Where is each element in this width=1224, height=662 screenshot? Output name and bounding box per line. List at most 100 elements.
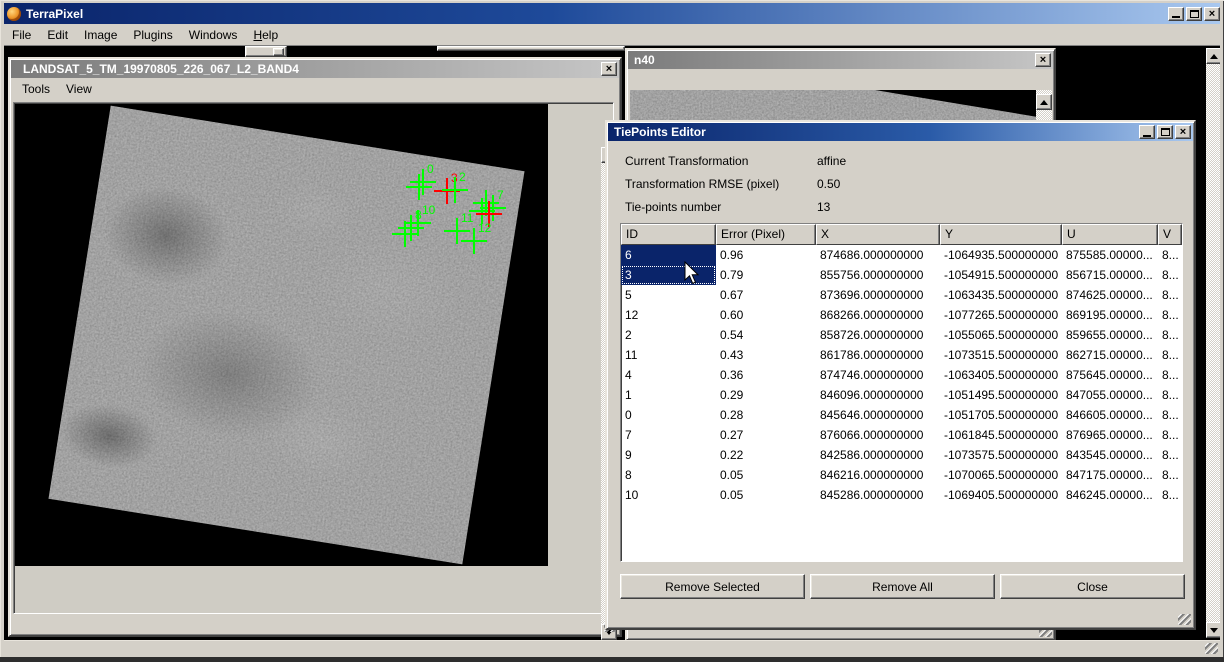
column-header-v[interactable]: V bbox=[1158, 224, 1182, 245]
table-cell[interactable]: -1063435.500000000 bbox=[940, 285, 1062, 305]
maximize-button[interactable] bbox=[1157, 125, 1173, 139]
table-cell[interactable]: 876066.000000000 bbox=[816, 425, 940, 445]
n40-close-button[interactable]: × bbox=[1035, 53, 1051, 67]
table-cell[interactable]: 4 bbox=[621, 365, 716, 385]
table-cell[interactable]: 874625.00000... bbox=[1062, 285, 1158, 305]
table-cell[interactable]: 876965.00000... bbox=[1062, 425, 1158, 445]
close-dialog-button[interactable]: Close bbox=[1000, 574, 1185, 599]
menu-item-image[interactable]: Image bbox=[76, 26, 125, 44]
table-cell[interactable]: 0.43 bbox=[716, 345, 816, 365]
minimize-button[interactable] bbox=[1168, 7, 1184, 21]
menu-item-file[interactable]: File bbox=[4, 26, 39, 44]
table-cell[interactable]: 842586.000000000 bbox=[816, 445, 940, 465]
table-cell[interactable]: 874686.000000000 bbox=[816, 245, 940, 265]
table-cell[interactable]: 11 bbox=[621, 345, 716, 365]
table-cell[interactable]: 845646.000000000 bbox=[816, 405, 940, 425]
table-row[interactable]: 50.67873696.000000000-1063435.5000000008… bbox=[621, 285, 1182, 305]
table-row[interactable]: 20.54858726.000000000-1055065.5000000008… bbox=[621, 325, 1182, 345]
main-titlebar[interactable]: TerraPixel × bbox=[4, 3, 1220, 24]
table-row[interactable]: 100.05845286.000000000-1069405.500000000… bbox=[621, 485, 1182, 505]
table-cell[interactable]: 873696.000000000 bbox=[816, 285, 940, 305]
table-cell[interactable]: 8... bbox=[1158, 465, 1182, 485]
table-cell[interactable]: 0.67 bbox=[716, 285, 816, 305]
scroll-up-button[interactable] bbox=[1036, 94, 1052, 110]
table-cell[interactable]: -1055065.500000000 bbox=[940, 325, 1062, 345]
landsat-close-button[interactable]: × bbox=[601, 62, 617, 76]
scroll-up-button[interactable] bbox=[1206, 48, 1220, 64]
main-resize-grip[interactable] bbox=[1205, 643, 1218, 654]
table-cell[interactable]: 8... bbox=[1158, 265, 1182, 285]
table-cell[interactable]: 8... bbox=[1158, 365, 1182, 385]
table-row[interactable]: 80.05846216.000000000-1070065.5000000008… bbox=[621, 465, 1182, 485]
table-cell[interactable]: 0.60 bbox=[716, 305, 816, 325]
table-cell[interactable]: 862715.00000... bbox=[1062, 345, 1158, 365]
table-row[interactable]: 00.28845646.000000000-1051705.5000000008… bbox=[621, 405, 1182, 425]
table-row[interactable]: 110.43861786.000000000-1073515.500000000… bbox=[621, 345, 1182, 365]
workspace-vertical-scrollbar[interactable] bbox=[1206, 48, 1220, 638]
menu-item-help[interactable]: Help bbox=[245, 26, 286, 44]
tiepoint-marker-1[interactable] bbox=[406, 174, 432, 200]
table-cell[interactable]: 0.29 bbox=[716, 385, 816, 405]
menu-item-edit[interactable]: Edit bbox=[39, 26, 76, 44]
table-cell[interactable]: 0.05 bbox=[716, 485, 816, 505]
table-cell[interactable]: -1070065.500000000 bbox=[940, 465, 1062, 485]
table-cell[interactable]: 5 bbox=[621, 285, 716, 305]
table-cell[interactable]: -1073515.500000000 bbox=[940, 345, 1062, 365]
landsat-titlebar[interactable]: LANDSAT_5_TM_19970805_226_067_L2_BAND4 × bbox=[11, 60, 619, 78]
table-cell[interactable]: 10 bbox=[621, 485, 716, 505]
table-cell[interactable]: -1073575.500000000 bbox=[940, 445, 1062, 465]
table-cell[interactable]: 0.54 bbox=[716, 325, 816, 345]
table-cell[interactable]: 868266.000000000 bbox=[816, 305, 940, 325]
table-cell[interactable]: 9 bbox=[621, 445, 716, 465]
scroll-down-button[interactable] bbox=[1206, 622, 1220, 638]
table-cell[interactable]: 0 bbox=[621, 405, 716, 425]
n40-titlebar[interactable]: n40 × bbox=[628, 51, 1053, 69]
table-cell[interactable]: 846605.00000... bbox=[1062, 405, 1158, 425]
tiepoint-marker-9[interactable] bbox=[392, 221, 418, 247]
menu-item-windows[interactable]: Windows bbox=[181, 26, 246, 44]
table-cell[interactable]: 0.96 bbox=[716, 245, 816, 265]
table-cell[interactable]: -1054915.500000000 bbox=[940, 265, 1062, 285]
remove-selected-button[interactable]: Remove Selected bbox=[620, 574, 805, 599]
table-cell[interactable]: 846245.00000... bbox=[1062, 485, 1158, 505]
table-cell[interactable]: 875645.00000... bbox=[1062, 365, 1158, 385]
table-cell[interactable]: 8... bbox=[1158, 445, 1182, 465]
table-row[interactable]: 10.29846096.000000000-1051495.5000000008… bbox=[621, 385, 1182, 405]
table-cell[interactable]: 0.79 bbox=[716, 265, 816, 285]
table-cell[interactable]: 869195.00000... bbox=[1062, 305, 1158, 325]
table-cell[interactable]: 858726.000000000 bbox=[816, 325, 940, 345]
table-cell[interactable]: 861786.000000000 bbox=[816, 345, 940, 365]
table-cell[interactable]: 846216.000000000 bbox=[816, 465, 940, 485]
table-row[interactable]: 90.22842586.000000000-1073575.5000000008… bbox=[621, 445, 1182, 465]
table-cell[interactable]: 847055.00000... bbox=[1062, 385, 1158, 405]
table-cell[interactable]: 0.36 bbox=[716, 365, 816, 385]
table-cell[interactable]: 859655.00000... bbox=[1062, 325, 1158, 345]
column-header-x[interactable]: X bbox=[816, 224, 940, 245]
table-row[interactable]: 30.79855756.000000000-1054915.5000000008… bbox=[621, 265, 1182, 285]
tiepoints-table[interactable]: IDError (Pixel)XYUV 60.96874686.00000000… bbox=[620, 223, 1183, 562]
tiepoints-titlebar[interactable]: TiePoints Editor × bbox=[608, 123, 1193, 141]
table-cell[interactable]: -1064935.500000000 bbox=[940, 245, 1062, 265]
table-cell[interactable]: -1051495.500000000 bbox=[940, 385, 1062, 405]
table-cell[interactable]: 1 bbox=[621, 385, 716, 405]
table-cell[interactable]: -1051705.500000000 bbox=[940, 405, 1062, 425]
table-cell[interactable]: 846096.000000000 bbox=[816, 385, 940, 405]
menu-item-tools[interactable]: Tools bbox=[14, 80, 58, 98]
table-cell[interactable]: 8 bbox=[621, 465, 716, 485]
table-cell[interactable]: 856715.00000... bbox=[1062, 265, 1158, 285]
table-cell[interactable]: 8... bbox=[1158, 245, 1182, 265]
table-cell[interactable]: 843545.00000... bbox=[1062, 445, 1158, 465]
table-cell[interactable]: 875585.00000... bbox=[1062, 245, 1158, 265]
table-cell[interactable]: 874746.000000000 bbox=[816, 365, 940, 385]
table-cell[interactable]: 847175.00000... bbox=[1062, 465, 1158, 485]
close-button[interactable]: × bbox=[1175, 125, 1191, 139]
table-cell[interactable]: 7 bbox=[621, 425, 716, 445]
menu-item-view[interactable]: View bbox=[58, 80, 100, 98]
table-cell[interactable]: -1069405.500000000 bbox=[940, 485, 1062, 505]
table-row[interactable]: 120.60868266.000000000-1077265.500000000… bbox=[621, 305, 1182, 325]
minimize-button[interactable] bbox=[1139, 125, 1155, 139]
table-cell[interactable]: -1063405.500000000 bbox=[940, 365, 1062, 385]
table-cell[interactable]: 8... bbox=[1158, 385, 1182, 405]
table-cell[interactable]: 8... bbox=[1158, 325, 1182, 345]
table-cell[interactable]: 845286.000000000 bbox=[816, 485, 940, 505]
